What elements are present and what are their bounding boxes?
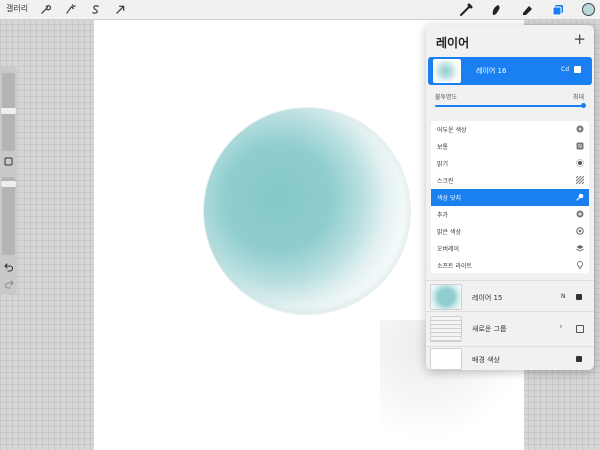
- panel-title: 레이어: [436, 36, 470, 50]
- layer-visibility-checkbox[interactable]: [576, 294, 582, 300]
- blend-label: 색상 닷지: [437, 195, 461, 202]
- opacity-label: 불투명도: [435, 94, 458, 101]
- blend-item-color-dodge[interactable]: 색상 닷지: [431, 189, 589, 206]
- screen-icon: [576, 176, 584, 184]
- transform-arrow-icon[interactable]: [113, 2, 128, 17]
- eraser-icon[interactable]: [518, 1, 535, 18]
- active-layer-row[interactable]: 레이어 16 Cd: [428, 57, 592, 85]
- add-icon: [576, 210, 584, 218]
- magic-wand-icon[interactable]: [63, 2, 78, 17]
- opacity-slider[interactable]: [2, 177, 15, 255]
- blend-mode-list: 어두운 색상 보통 N 밝기 스크린 색상 닷지 추가 밝은 색상 오버레이 소…: [431, 121, 589, 273]
- lighter-color-icon: [576, 227, 584, 235]
- color-circle-icon[interactable]: [580, 1, 597, 18]
- chevron-right-icon[interactable]: ›: [559, 322, 563, 332]
- add-layer-button[interactable]: +: [573, 32, 586, 47]
- blend-label: 추가: [437, 212, 449, 219]
- blend-item-lighter-color[interactable]: 밝은 색상: [431, 223, 589, 240]
- group-name: 새로운 그룹: [472, 325, 507, 333]
- redo-icon[interactable]: [2, 277, 15, 290]
- group-thumbnail: [430, 316, 462, 342]
- blend-item-overlay[interactable]: 오버레이: [431, 240, 589, 257]
- blend-mode-button[interactable]: Cd: [561, 66, 569, 73]
- opacity-value: 최대: [572, 94, 584, 101]
- layer-name: 레이어 15: [472, 294, 503, 302]
- layers-icon[interactable]: [549, 1, 566, 18]
- group-row[interactable]: 새로운 그룹 ›: [426, 311, 594, 347]
- blend-label: 오버레이: [437, 246, 460, 253]
- blend-item-brightness[interactable]: 밝기: [431, 155, 589, 172]
- blend-mode-button[interactable]: N: [561, 293, 566, 300]
- blend-item-normal[interactable]: 보통 N: [431, 138, 589, 155]
- color-dodge-icon: [576, 193, 584, 201]
- blend-item-soft-light[interactable]: 소프트 라이트: [431, 257, 589, 274]
- normal-icon: N: [576, 142, 584, 150]
- left-sidebar: [0, 67, 17, 295]
- top-toolbar: 갤러리: [0, 0, 600, 20]
- brightness-icon: [576, 159, 584, 167]
- layer-visibility-checkbox[interactable]: [574, 66, 581, 73]
- svg-text:N: N: [578, 144, 582, 150]
- undo-icon[interactable]: [2, 260, 15, 273]
- layer-row-15[interactable]: 레이어 15 N: [426, 280, 594, 312]
- blend-label: 밝은 색상: [437, 229, 461, 236]
- background-color-swatch: [430, 348, 462, 370]
- blend-item-screen[interactable]: 스크린: [431, 172, 589, 189]
- square-modify-icon[interactable]: [2, 155, 15, 168]
- blend-label: 보통: [437, 144, 449, 151]
- opacity-handle[interactable]: [1, 181, 16, 187]
- darker-color-icon: [576, 125, 584, 133]
- blend-label: 소프트 라이트: [437, 263, 473, 270]
- layers-panel: 레이어 + 레이어 16 Cd 불투명도 최대 어두운 색상 보통 N 밝기 스…: [426, 25, 594, 370]
- layer-name: 배경 색상: [472, 356, 500, 364]
- blend-label: 스크린: [437, 178, 454, 185]
- layer-visibility-checkbox[interactable]: [576, 356, 582, 362]
- selection-s-icon[interactable]: [88, 2, 103, 17]
- brush-icon[interactable]: [457, 1, 474, 18]
- brush-size-handle[interactable]: [1, 108, 16, 114]
- layer-row-background[interactable]: 배경 색상: [426, 346, 594, 370]
- blend-item-darker-color[interactable]: 어두운 색상: [431, 121, 589, 138]
- painted-sphere: [204, 108, 410, 314]
- soft-light-icon: [576, 261, 584, 269]
- overlay-icon: [576, 244, 584, 252]
- gallery-button[interactable]: 갤러리: [6, 3, 28, 14]
- blend-label: 어두운 색상: [437, 127, 467, 134]
- smudge-icon[interactable]: [487, 1, 504, 18]
- blend-item-add[interactable]: 추가: [431, 206, 589, 223]
- opacity-slider-track[interactable]: [435, 105, 585, 107]
- group-visibility-checkbox[interactable]: [576, 325, 584, 333]
- opacity-slider-knob[interactable]: [581, 103, 586, 108]
- blend-label: 밝기: [437, 161, 449, 168]
- layer-thumbnail: [430, 284, 462, 310]
- layer-thumbnail: [433, 59, 461, 83]
- active-layer-name: 레이어 16: [476, 67, 507, 75]
- wrench-icon[interactable]: [38, 2, 53, 17]
